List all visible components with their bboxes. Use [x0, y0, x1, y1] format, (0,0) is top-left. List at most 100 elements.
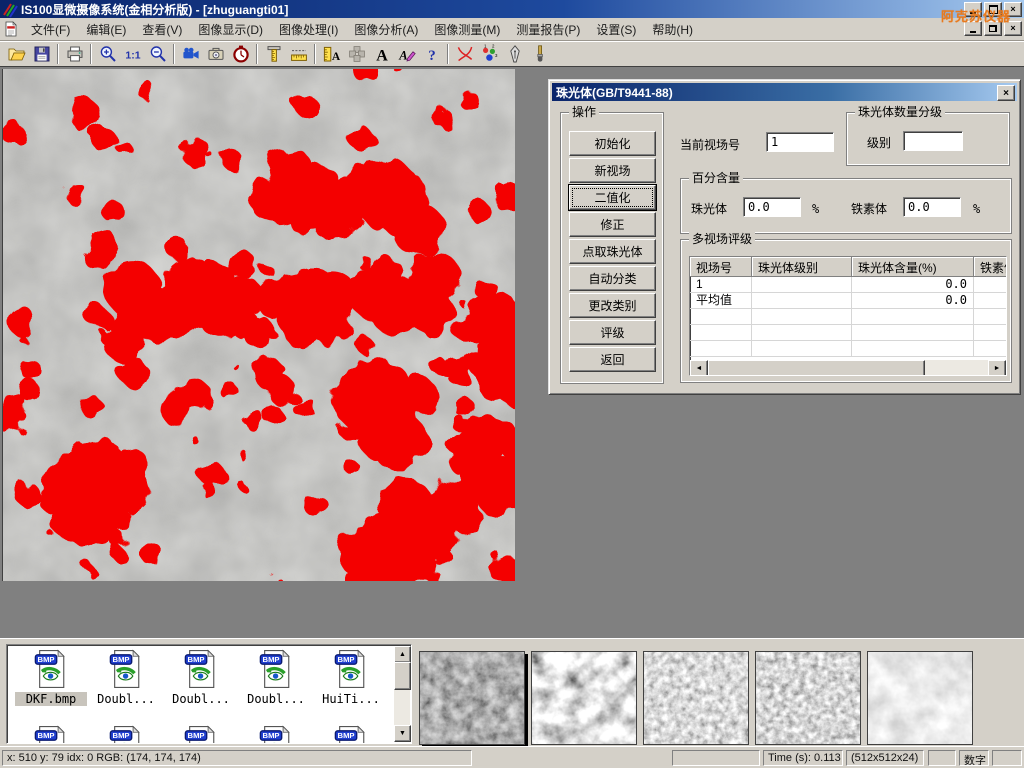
ruler-icon[interactable] — [286, 43, 311, 65]
menu-item-6[interactable]: 图像测量(M) — [426, 19, 508, 40]
file-item-clipped[interactable]: BMP — [165, 725, 237, 744]
image-thumbnail-3[interactable] — [755, 651, 861, 745]
table-cell — [974, 277, 1007, 293]
toolbar-separator — [90, 44, 92, 64]
table-row[interactable] — [690, 309, 1006, 325]
zoom-in-icon[interactable] — [95, 43, 120, 65]
document-icon[interactable] — [3, 21, 19, 37]
table-horizontal-scrollbar[interactable]: ◄► — [690, 360, 1006, 375]
menu-item-3[interactable]: 图像显示(D) — [190, 19, 271, 40]
image-thumbnail-0[interactable] — [419, 651, 525, 745]
video-capture-icon[interactable] — [178, 43, 203, 65]
level-input[interactable] — [903, 131, 963, 151]
toolbar: 1:1AAA?123 — [0, 41, 1024, 67]
scroll-down-icon[interactable]: ▼ — [394, 725, 411, 742]
svg-text:BMP: BMP — [113, 655, 130, 664]
current-field-input[interactable] — [766, 132, 834, 152]
menu-item-8[interactable]: 设置(S) — [588, 19, 644, 40]
svg-text:BMP: BMP — [263, 655, 280, 664]
open-icon[interactable] — [4, 43, 29, 65]
grid-icon[interactable] — [344, 43, 369, 65]
timer-icon[interactable] — [228, 43, 253, 65]
help-icon[interactable]: ? — [419, 43, 444, 65]
op-button-3[interactable]: 修正 — [569, 212, 656, 237]
classify-icon[interactable]: 123 — [477, 43, 502, 65]
status-time: Time (s): 0.113 — [763, 750, 843, 766]
measure-text-icon[interactable]: A — [319, 43, 344, 65]
file-item-clipped[interactable]: BMP — [15, 725, 87, 744]
op-button-7[interactable]: 评级 — [569, 320, 656, 345]
op-button-1[interactable]: 新视场 — [569, 158, 656, 183]
op-button-0[interactable]: 初始化 — [569, 131, 656, 156]
table-row[interactable]: 平均值0.0 — [690, 293, 1006, 309]
brush-icon[interactable] — [527, 43, 552, 65]
image-thumbnail-1[interactable] — [531, 651, 637, 745]
file-list[interactable]: BMPDKF.bmpBMPDoubl...BMPDoubl...BMPDoubl… — [6, 644, 412, 744]
op-button-5[interactable]: 自动分类 — [569, 266, 656, 291]
scroll-up-icon[interactable]: ▲ — [394, 646, 411, 663]
pearlite-percent-input[interactable] — [743, 197, 801, 217]
curve-icon[interactable] — [452, 43, 477, 65]
actual-size-icon[interactable]: 1:1 — [120, 43, 145, 65]
menu-item-1[interactable]: 编辑(E) — [78, 19, 134, 40]
file-item-1[interactable]: BMPDoubl... — [90, 649, 162, 706]
file-item-3[interactable]: BMPDoubl... — [240, 649, 312, 706]
menu-item-7[interactable]: 测量报告(P) — [508, 19, 588, 40]
table-cell — [852, 309, 974, 325]
op-button-2[interactable]: 二值化 — [569, 185, 656, 210]
table-cell — [752, 277, 852, 293]
table-cell: 1 — [690, 277, 752, 293]
table-cell — [974, 325, 1007, 341]
op-button-6[interactable]: 更改类别 — [569, 293, 656, 318]
menu-item-5[interactable]: 图像分析(A) — [346, 19, 426, 40]
ferrite-percent-input[interactable] — [903, 197, 961, 217]
table-row[interactable] — [690, 325, 1006, 341]
table-cell: 0.0 — [852, 277, 974, 293]
file-item-clipped[interactable]: BMP — [315, 725, 387, 744]
scroll-left-icon[interactable]: ◄ — [690, 360, 708, 376]
file-panel: BMPDKF.bmpBMPDoubl...BMPDoubl...BMPDoubl… — [0, 638, 1024, 747]
caliper-icon[interactable] — [261, 43, 286, 65]
op-button-4[interactable]: 点取珠光体 — [569, 239, 656, 264]
snapshot-icon[interactable] — [203, 43, 228, 65]
menu-item-9[interactable]: 帮助(H) — [644, 19, 701, 40]
rating-table[interactable]: 视场号珠光体级别珠光体含量(%)铁素体含量(%)10.0平均值0.0◄► — [689, 256, 1007, 376]
table-header: 视场号珠光体级别珠光体含量(%)铁素体含量(%) — [690, 257, 1006, 277]
scrollbar-thumb[interactable] — [394, 662, 411, 690]
dialog-close-icon[interactable]: × — [997, 85, 1015, 101]
metallographic-image[interactable] — [2, 69, 515, 581]
application-window: IS100显微摄像系统(金相分析版) - [zhuguangti01] × 阿克… — [0, 0, 1024, 768]
file-item-4[interactable]: BMPHuiTi... — [315, 649, 387, 706]
pearlite-dialog: 珠光体(GB/T9441-88) × 操作 初始化新视场二值化修正点取珠光体自动… — [548, 79, 1021, 395]
scrollbar-track[interactable] — [925, 360, 988, 375]
status-mode: 数字 — [959, 750, 989, 766]
file-item-2[interactable]: BMPDoubl... — [165, 649, 237, 706]
file-item-0[interactable]: BMPDKF.bmp — [15, 649, 87, 706]
ferrite-label: 铁素体 — [851, 199, 887, 219]
text-icon[interactable]: A — [369, 43, 394, 65]
print-icon[interactable] — [62, 43, 87, 65]
table-row[interactable] — [690, 341, 1006, 357]
operations-group: 操作 初始化新视场二值化修正点取珠光体自动分类更改类别评级返回 — [560, 112, 664, 384]
image-thumbnail-2[interactable] — [643, 651, 749, 745]
scrollbar-thumb[interactable] — [708, 360, 925, 376]
save-icon[interactable] — [29, 43, 54, 65]
image-thumbnail-4[interactable] — [867, 651, 973, 745]
op-button-8[interactable]: 返回 — [569, 347, 656, 372]
menu-item-4[interactable]: 图像处理(I) — [271, 19, 346, 40]
annotate-icon[interactable]: A — [394, 43, 419, 65]
column-header-2: 珠光体含量(%) — [852, 257, 974, 277]
file-item-clipped[interactable]: BMP — [90, 725, 162, 744]
pen-icon[interactable] — [502, 43, 527, 65]
window-title: IS100显微摄像系统(金相分析版) - [zhuguangti01] — [21, 1, 288, 18]
scroll-right-icon[interactable]: ► — [988, 360, 1006, 376]
menu-item-2[interactable]: 查看(V) — [134, 19, 190, 40]
ferrite-unit: % — [973, 199, 980, 219]
table-row[interactable]: 10.0 — [690, 277, 1006, 293]
status-image-size: (512x512x24) — [846, 750, 924, 766]
file-list-scrollbar[interactable]: ▲▼ — [394, 646, 410, 742]
menu-item-0[interactable]: 文件(F) — [23, 19, 78, 40]
zoom-out-icon[interactable] — [145, 43, 170, 65]
percent-group: 百分含量 珠光体 % 铁素体 % — [680, 178, 1012, 234]
file-item-clipped[interactable]: BMP — [240, 725, 312, 744]
